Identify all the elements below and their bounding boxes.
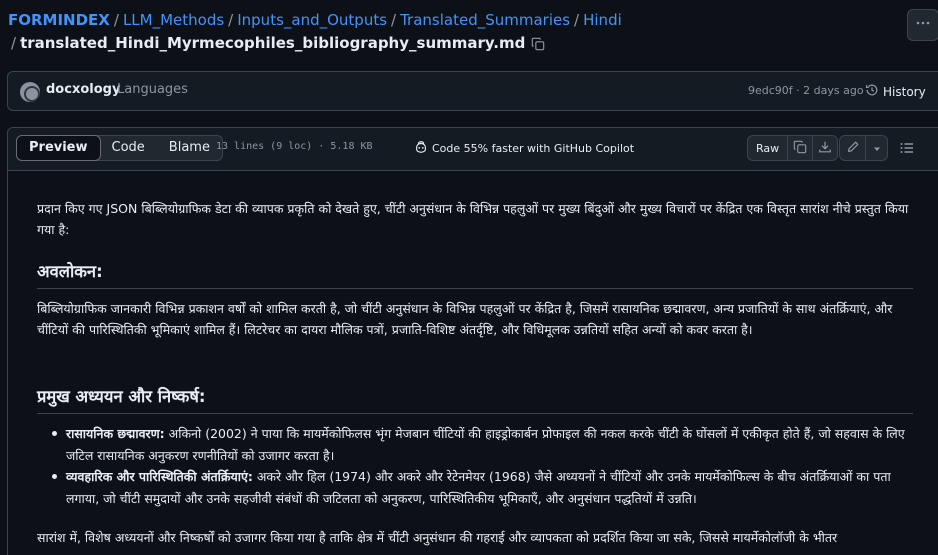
breadcrumb-separator: / — [391, 11, 397, 29]
edit-dropdown-button[interactable] — [865, 136, 887, 160]
breadcrumb-separator: / — [113, 11, 119, 29]
list-item: व्यवहारिक और पारिस्थितिकी अंतर्क्रियाएं:… — [37, 466, 913, 509]
breadcrumb-filename-row: / translated_Hindi_Myrmecophiles_bibliogr… — [8, 32, 545, 57]
list-item-title: रासायनिक छद्मावरण: — [66, 426, 165, 441]
breadcrumb-separator: / — [11, 34, 17, 52]
copilot-label: Code 55% faster with GitHub Copilot — [432, 142, 635, 155]
file-name: translated_Hindi_Myrmecophiles_bibliogra… — [20, 34, 526, 52]
commit-author[interactable]: docxology — [46, 82, 120, 97]
breadcrumb-separator: / — [574, 11, 580, 29]
history-button[interactable]: History — [865, 83, 926, 100]
copy-path-icon[interactable] — [531, 35, 545, 57]
tab-code[interactable]: Code — [100, 136, 157, 160]
download-button[interactable] — [812, 136, 837, 160]
copilot-icon — [414, 140, 428, 157]
kebab-icon — [915, 15, 931, 35]
copy-icon — [793, 139, 807, 158]
list-item: रासायनिक छद्मावरण: अकिनो (2002) ने पाया … — [37, 423, 913, 466]
history-label: History — [883, 84, 926, 99]
breadcrumb-repo-link[interactable]: FORMINDEX — [8, 11, 110, 29]
conclusion-paragraph: सारांश में, विशेष अध्ययनों और निष्कर्षों… — [37, 530, 838, 545]
download-icon — [818, 139, 832, 158]
commit-sha-time[interactable]: 9edc90f · 2 days ago — [748, 84, 864, 97]
more-options-button[interactable] — [907, 9, 938, 41]
studies-list: रासायनिक छद्मावरण: अकिनो (2002) ने पाया … — [37, 423, 913, 509]
breadcrumb-link-inputs-outputs[interactable]: Inputs_and_Outputs — [237, 11, 387, 29]
copy-raw-button[interactable] — [787, 136, 812, 160]
overview-paragraph: बिब्लियोग्राफिक जानकारी विभिन्न प्रकाशन … — [37, 301, 893, 337]
avatar[interactable] — [20, 82, 40, 102]
overview-heading: अवलोकन: — [37, 260, 913, 289]
raw-actions-group: Raw — [747, 135, 839, 161]
file-header: Preview Code Blame 13 lines (9 loc) · 5.… — [8, 128, 938, 171]
raw-button[interactable]: Raw — [748, 136, 787, 160]
outline-list-icon[interactable] — [899, 140, 915, 160]
commit-message[interactable]: Languages — [117, 82, 188, 97]
studies-heading: प्रमुख अध्ययन और निष्कर्ष: — [37, 385, 913, 414]
tab-preview[interactable]: Preview — [16, 135, 101, 161]
file-info: 13 lines (9 loc) · 5.18 KB — [216, 141, 373, 152]
copilot-link[interactable]: Code 55% faster with GitHub Copilot — [414, 140, 634, 157]
list-item-title: व्यवहारिक और पारिस्थितिकी अंतर्क्रियाएं: — [66, 469, 253, 484]
edit-actions-group — [839, 135, 888, 161]
view-mode-tabs: Preview Code Blame — [16, 135, 223, 161]
breadcrumb-separator: / — [228, 11, 234, 29]
file-viewer: Preview Code Blame 13 lines (9 loc) · 5.… — [7, 127, 938, 555]
breadcrumb-link-translated-summaries[interactable]: Translated_Summaries — [400, 11, 570, 29]
caret-down-icon — [872, 139, 882, 158]
latest-commit-bar: docxology Languages 9edc90f · 2 days ago… — [7, 71, 938, 111]
breadcrumb: FORMINDEX / LLM_Methods / Inputs_and_Outputs… — [8, 9, 622, 31]
edit-button[interactable] — [840, 136, 865, 160]
breadcrumb-link-llm-methods[interactable]: LLM_Methods — [123, 11, 224, 29]
list-item-text: अकिनो (2002) ने पाया कि मायर्मेकोफिलस भृ… — [66, 426, 905, 463]
breadcrumb-link-hindi[interactable]: Hindi — [583, 11, 622, 29]
intro-paragraph: प्रदान किए गए JSON बिब्लियोग्राफिक डेटा … — [37, 201, 909, 237]
tab-blame[interactable]: Blame — [157, 136, 222, 160]
pencil-icon — [846, 139, 860, 158]
history-icon — [865, 83, 879, 100]
